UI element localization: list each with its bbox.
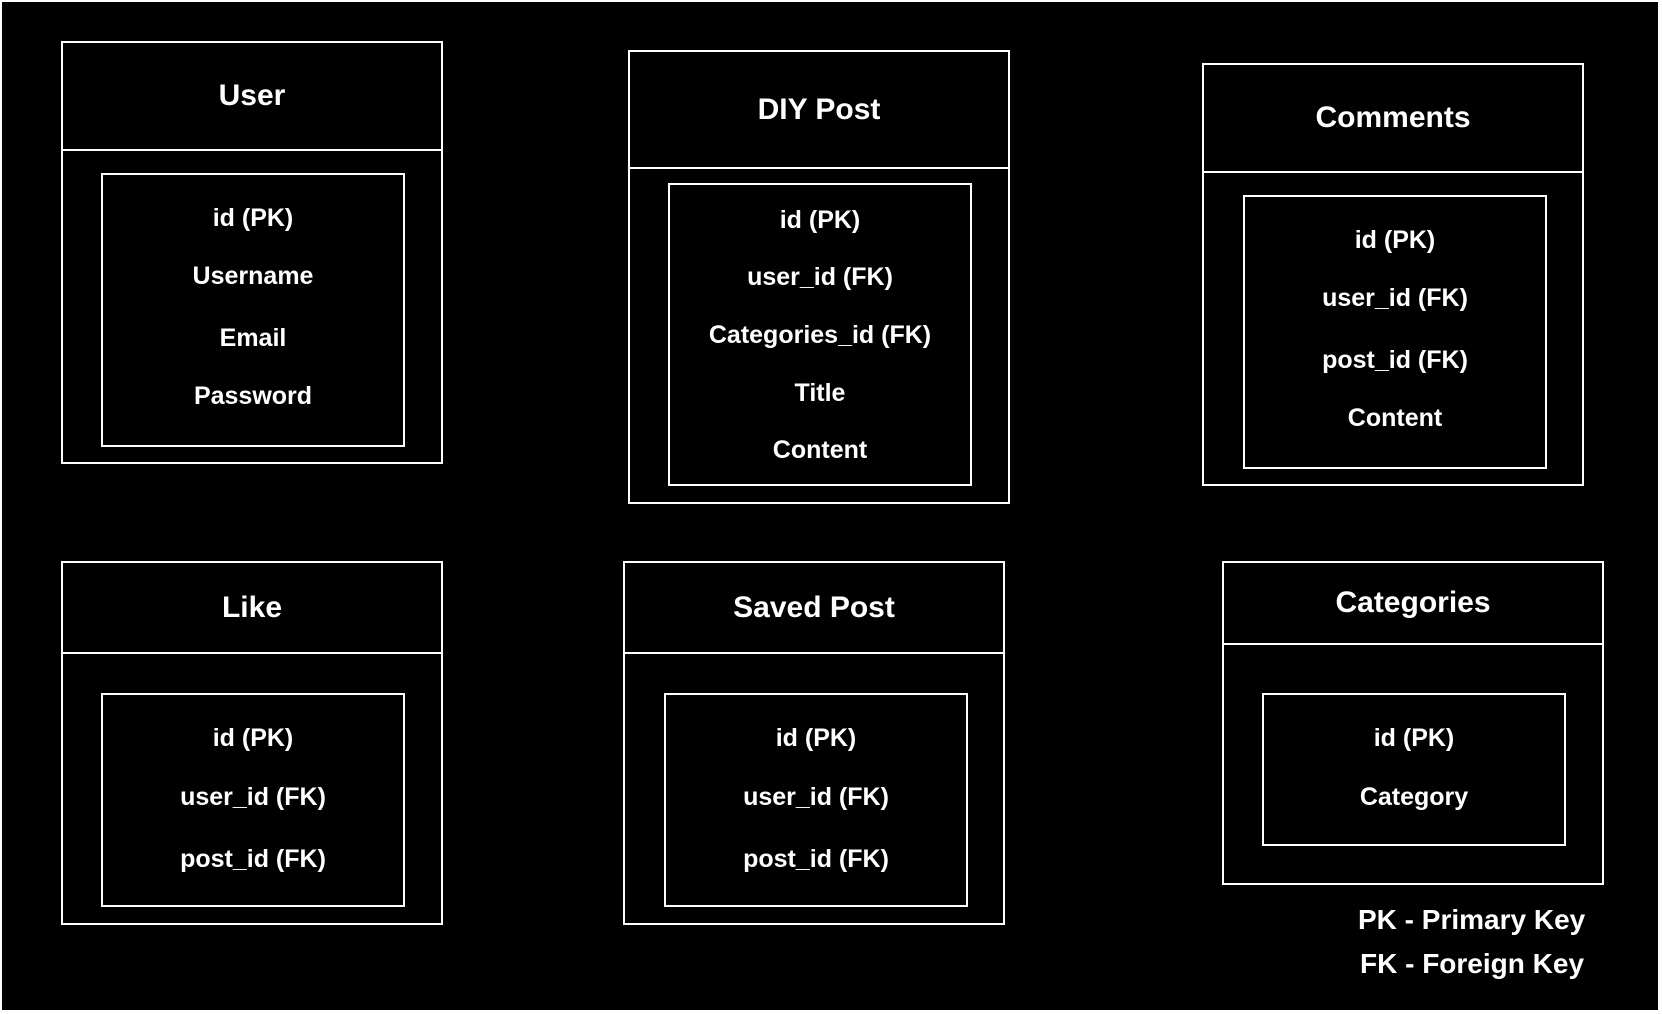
entity-user: User id (PK) Username Email Password: [61, 41, 443, 464]
field-diy-post-content: Content: [772, 436, 868, 464]
entity-saved-post-header: Saved Post: [625, 563, 1003, 654]
field-categories-category: Category: [1359, 783, 1469, 811]
entity-like-header: Like: [63, 563, 441, 654]
entity-like-title: Like: [221, 590, 283, 624]
entity-categories-fields: id (PK) Category: [1262, 693, 1566, 846]
field-diy-post-categories-id: Categories_id (FK): [708, 321, 932, 349]
field-comments-content: Content: [1347, 404, 1443, 432]
entity-like-fields: id (PK) user_id (FK) post_id (FK): [101, 693, 405, 907]
diagram-canvas: User id (PK) Username Email Password DIY…: [2, 2, 1658, 1010]
entity-categories: Categories id (PK) Category: [1222, 561, 1604, 885]
field-diy-post-title: Title: [794, 379, 846, 407]
field-diy-post-user-id: user_id (FK): [747, 263, 893, 291]
field-comments-user-id: user_id (FK): [1322, 284, 1468, 312]
field-user-id: id (PK): [212, 204, 294, 232]
entity-comments: Comments id (PK) user_id (FK) post_id (F…: [1202, 63, 1584, 486]
legend-pk: PK - Primary Key: [1358, 904, 1586, 935]
entity-saved-post-fields: id (PK) user_id (FK) post_id (FK): [664, 693, 968, 907]
field-user-username: Username: [192, 262, 314, 290]
field-like-id: id (PK): [212, 724, 294, 752]
field-comments-id: id (PK): [1354, 226, 1436, 254]
field-comments-post-id: post_id (FK): [1322, 346, 1468, 374]
field-diy-post-id: id (PK): [779, 206, 861, 234]
field-like-post-id: post_id (FK): [180, 845, 326, 873]
legend-fk: FK - Foreign Key: [1360, 948, 1585, 979]
field-saved-post-id: id (PK): [775, 724, 857, 752]
entity-saved-post-title: Saved Post: [733, 590, 895, 624]
entity-user-title: User: [218, 79, 286, 112]
entity-user-header: User: [63, 43, 441, 151]
field-like-user-id: user_id (FK): [180, 783, 326, 811]
field-user-password: Password: [193, 382, 313, 410]
entity-comments-header: Comments: [1204, 65, 1582, 173]
entity-diy-post-title: DIY Post: [757, 92, 881, 126]
entity-diy-post-fields: id (PK) user_id (FK) Categories_id (FK) …: [668, 183, 972, 486]
entity-diy-post-header: DIY Post: [630, 52, 1008, 169]
entity-categories-title: Categories: [1335, 586, 1491, 619]
field-saved-post-post-id: post_id (FK): [743, 845, 889, 873]
entity-categories-header: Categories: [1224, 563, 1602, 645]
entity-like: Like id (PK) user_id (FK) post_id (FK): [61, 561, 443, 925]
field-user-email: Email: [219, 324, 287, 352]
entity-diy-post: DIY Post id (PK) user_id (FK) Categories…: [628, 50, 1010, 504]
field-categories-id: id (PK): [1373, 724, 1455, 752]
entity-saved-post: Saved Post id (PK) user_id (FK) post_id …: [623, 561, 1005, 925]
field-saved-post-user-id: user_id (FK): [743, 783, 889, 811]
entity-user-fields: id (PK) Username Email Password: [101, 173, 405, 447]
entity-comments-fields: id (PK) user_id (FK) post_id (FK) Conten…: [1243, 195, 1547, 469]
entity-comments-title: Comments: [1315, 101, 1471, 134]
